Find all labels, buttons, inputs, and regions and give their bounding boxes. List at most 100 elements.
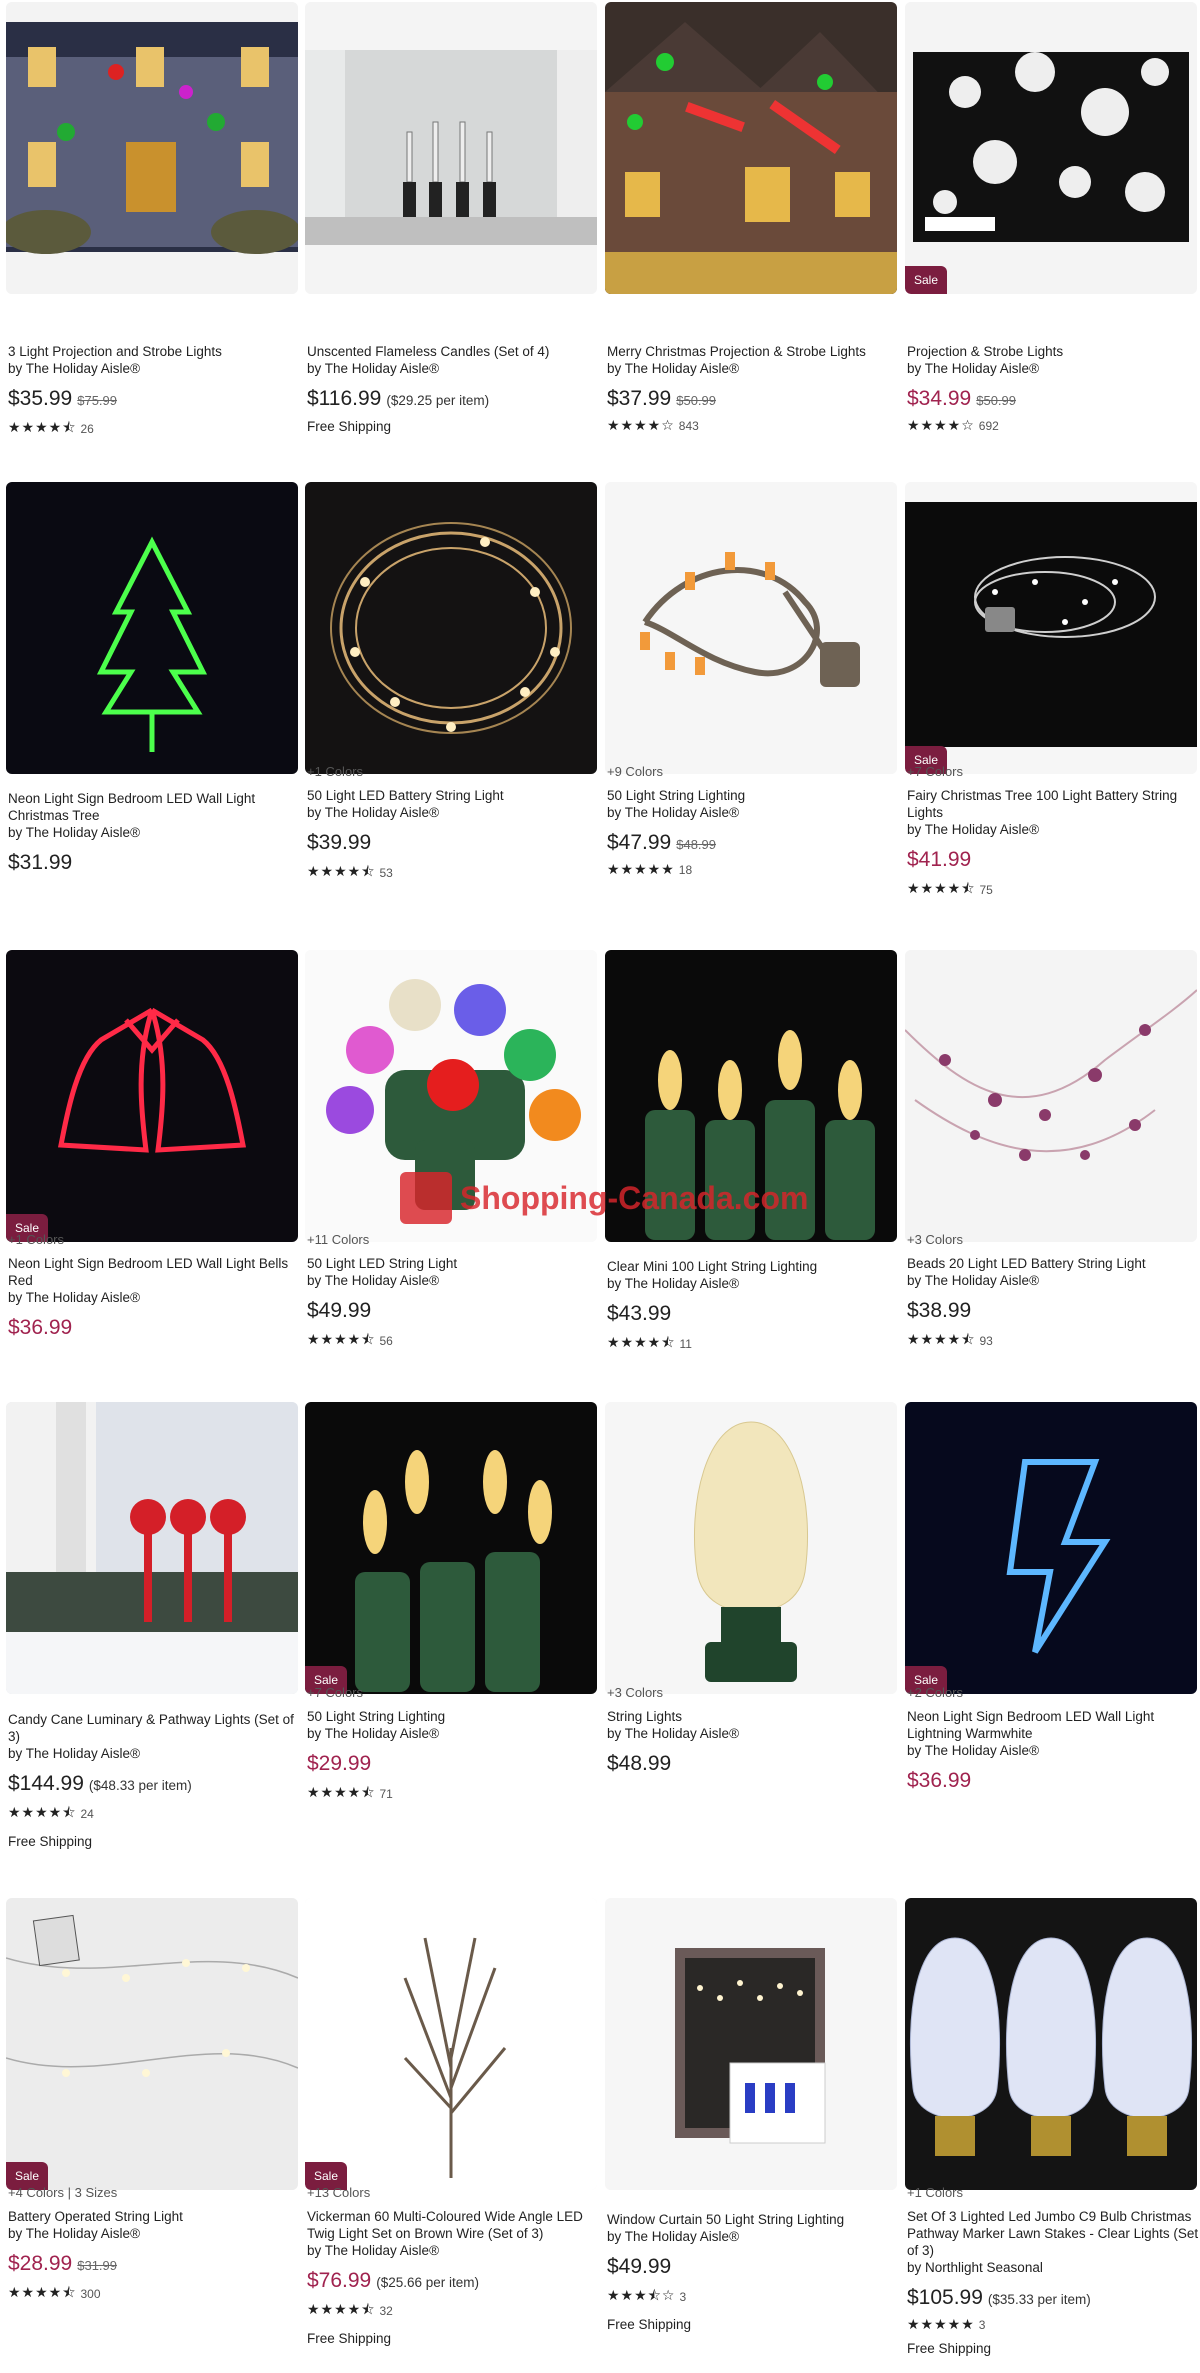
rating[interactable]: ★★★★⯪ 300: [8, 2282, 300, 2306]
star-rating-icon: ★★★★★: [607, 861, 675, 877]
product-title[interactable]: Candy Cane Luminary & Pathway Lights (Se…: [8, 1711, 300, 1745]
product-title[interactable]: Neon Light Sign Bedroom LED Wall Light B…: [8, 1255, 300, 1289]
per-item-price: ($29.25 per item): [386, 393, 490, 408]
star-rating-icon: ★★★★☆: [907, 417, 975, 433]
product-title[interactable]: Set Of 3 Lighted Led Jumbo C9 Bulb Chris…: [907, 2208, 1199, 2259]
product-title[interactable]: Vickerman 60 Multi-Coloured Wide Angle L…: [307, 2208, 599, 2242]
rating[interactable]: ★★★★⯪ 53: [307, 861, 599, 885]
product-image[interactable]: [6, 482, 298, 774]
rating[interactable]: ★★★★⯪ 56: [307, 1329, 599, 1353]
color-options[interactable]: +7 Colors: [307, 1685, 599, 1700]
product-image[interactable]: [605, 2, 897, 294]
product-title[interactable]: Merry Christmas Projection & Strobe Ligh…: [607, 343, 899, 360]
product-info: +13 Colors Vickerman 60 Multi-Coloured Wi…: [307, 2185, 599, 2346]
review-count: 71: [379, 1787, 393, 1801]
product-title[interactable]: 50 Light String Lighting: [607, 787, 899, 804]
color-options[interactable]: +2 Colors: [907, 1685, 1199, 1700]
price: $41.99: [907, 848, 972, 871]
rating[interactable]: ★★★★★ 18: [607, 861, 899, 878]
product-image[interactable]: Sale: [905, 482, 1197, 774]
rating[interactable]: ★★★★⯪ 93: [907, 1329, 1199, 1353]
rating[interactable]: ★★★★☆ 843: [607, 417, 899, 434]
product-title[interactable]: Neon Light Sign Bedroom LED Wall Light C…: [8, 790, 300, 824]
rating[interactable]: ★★★★⯪ 26: [8, 417, 300, 441]
color-options[interactable]: +1 Colors: [907, 2185, 1199, 2200]
free-shipping-label: Free Shipping: [907, 2341, 992, 2356]
brand-byline: by The Holiday Aisle®: [307, 1726, 440, 1741]
product-image[interactable]: [6, 2, 298, 294]
star-rating-icon: ★★★★⯪: [8, 419, 77, 435]
product-title[interactable]: Fairy Christmas Tree 100 Light Battery S…: [907, 787, 1199, 821]
per-item-price: ($48.33 per item): [88, 1778, 192, 1793]
star-rating-icon: ★★★★⯪: [307, 863, 376, 879]
product-title[interactable]: 3 Light Projection and Strobe Lights: [8, 343, 300, 360]
product-image[interactable]: Sale: [6, 1898, 298, 2190]
color-options[interactable]: +3 Colors: [907, 1232, 1199, 1247]
product-image[interactable]: Sale: [305, 1402, 597, 1694]
color-options[interactable]: +11 Colors: [307, 1232, 599, 1247]
color-options[interactable]: +1 Colors: [8, 1232, 300, 1247]
product-title[interactable]: 50 Light String Lighting: [307, 1708, 599, 1725]
product-image[interactable]: [305, 2, 597, 294]
product-image[interactable]: [605, 950, 897, 1242]
price-row: $28.99 $31.99: [8, 2252, 300, 2276]
product-title[interactable]: Battery Operated String Light: [8, 2208, 300, 2225]
price: $36.99: [8, 1316, 73, 1339]
rating[interactable]: ★★★★☆ 692: [907, 417, 1199, 434]
color-options[interactable]: +3 Colors: [607, 1685, 899, 1700]
product-image[interactable]: [605, 1402, 897, 1694]
color-options[interactable]: +1 Colors: [307, 764, 599, 779]
price-row: $29.99: [307, 1752, 599, 1776]
rating[interactable]: ★★★★⯪ 71: [307, 1782, 599, 1806]
brand-byline: by The Holiday Aisle®: [607, 805, 740, 820]
product-title[interactable]: Unscented Flameless Candles (Set of 4): [307, 343, 599, 360]
star-rating-icon: ★★★★⯪: [907, 880, 976, 896]
product-image[interactable]: Sale: [905, 1402, 1197, 1694]
product-image[interactable]: [905, 950, 1197, 1242]
rating[interactable]: ★★★★⯪ 24: [8, 1802, 300, 1826]
brand-byline: by The Holiday Aisle®: [907, 1743, 1040, 1758]
price-row: $39.99: [307, 831, 599, 855]
product-title[interactable]: Window Curtain 50 Light String Lighting: [607, 2211, 899, 2228]
product-title[interactable]: Neon Light Sign Bedroom LED Wall Light L…: [907, 1708, 1199, 1742]
product-title[interactable]: Beads 20 Light LED Battery String Light: [907, 1255, 1199, 1272]
rating[interactable]: ★★★★⯪ 32: [307, 2299, 599, 2323]
review-count: 32: [379, 2304, 393, 2318]
product-title[interactable]: Clear Mini 100 Light String Lighting: [607, 1258, 899, 1275]
product-info: 3 Light Projection and Strobe Lights by T…: [8, 343, 300, 441]
rating[interactable]: ★★★★★ 3: [907, 2316, 1199, 2333]
product-image[interactable]: [605, 482, 897, 774]
review-count: 692: [978, 418, 999, 433]
product-image[interactable]: Sale: [6, 950, 298, 1242]
product-image[interactable]: Sale: [905, 2, 1197, 294]
product-title[interactable]: 50 Light LED String Light: [307, 1255, 599, 1272]
price-row: $47.99 $48.99: [607, 831, 899, 855]
price: $39.99: [307, 831, 372, 854]
price-row: $35.99 $75.99: [8, 387, 300, 411]
product-info: +7 Colors 50 Light String Lighting by The …: [307, 1685, 599, 1806]
color-options[interactable]: +9 Colors: [607, 764, 899, 779]
price: $28.99: [8, 2252, 73, 2275]
product-image[interactable]: [305, 950, 597, 1242]
product-image[interactable]: [605, 1898, 897, 2190]
product-image[interactable]: [6, 1402, 298, 1694]
color-options[interactable]: +13 Colors: [307, 2185, 599, 2200]
review-count: 75: [979, 883, 993, 897]
color-options[interactable]: +7 Colors: [907, 764, 1199, 779]
product-info: +9 Colors 50 Light String Lighting by The …: [607, 764, 899, 878]
rating[interactable]: ★★★★⯪ 11: [607, 1332, 899, 1356]
product-image[interactable]: Sale: [305, 1898, 597, 2190]
price-row: $76.99 ($25.66 per item): [307, 2269, 599, 2293]
product-info: Neon Light Sign Bedroom LED Wall Light C…: [8, 790, 300, 875]
price-row: $144.99 ($48.33 per item): [8, 1772, 300, 1796]
color-options[interactable]: +4 Colors | 3 Sizes: [8, 2185, 300, 2200]
product-image[interactable]: [905, 1898, 1197, 2190]
brand-byline: by The Holiday Aisle®: [307, 1273, 440, 1288]
star-rating-icon: ★★★★⯪: [8, 1804, 77, 1820]
product-image[interactable]: [305, 482, 597, 774]
rating[interactable]: ★★★⯪☆ 3: [607, 2285, 899, 2309]
product-title[interactable]: 50 Light LED Battery String Light: [307, 787, 599, 804]
rating[interactable]: ★★★★⯪ 75: [907, 878, 1199, 902]
product-title[interactable]: String Lights: [607, 1708, 899, 1725]
product-title[interactable]: Projection & Strobe Lights: [907, 343, 1199, 360]
